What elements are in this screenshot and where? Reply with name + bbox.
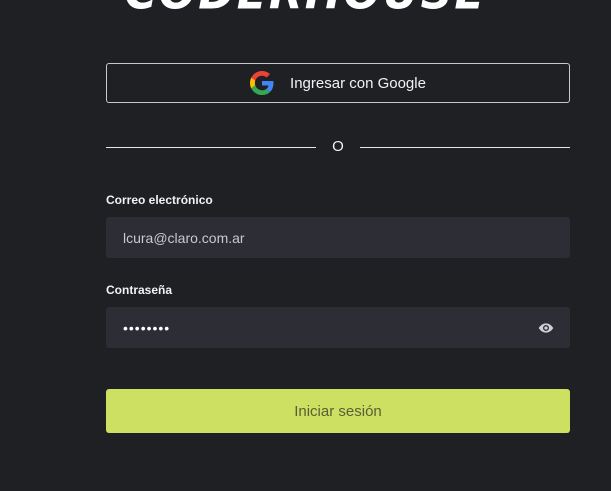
password-label: Contraseña	[106, 283, 173, 297]
google-icon	[250, 71, 274, 95]
login-submit-button[interactable]: Iniciar sesión	[106, 389, 570, 433]
divider-text: O	[332, 138, 344, 155]
divider-line-left	[106, 147, 316, 148]
login-page: CODERHOUSE Ingresar con Google O Correo …	[0, 0, 611, 491]
login-submit-label: Iniciar sesión	[294, 402, 382, 420]
email-label: Correo electrónico	[106, 193, 213, 207]
password-field[interactable]: ••••••••	[123, 320, 170, 336]
brand-logo: CODERHOUSE	[0, 0, 611, 17]
or-divider: O	[106, 136, 570, 158]
eye-icon[interactable]	[538, 320, 554, 336]
password-field-container: ••••••••	[106, 307, 570, 348]
google-signin-button[interactable]: Ingresar con Google	[106, 63, 570, 103]
email-field-container	[106, 217, 570, 258]
google-signin-label: Ingresar con Google	[290, 74, 426, 92]
email-field[interactable]	[123, 229, 523, 246]
divider-line-right	[360, 147, 570, 148]
